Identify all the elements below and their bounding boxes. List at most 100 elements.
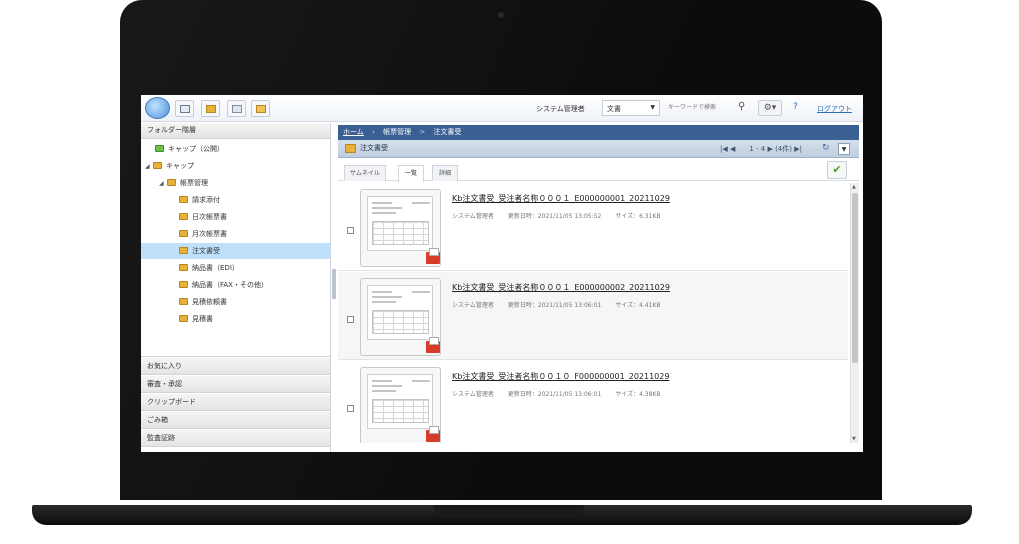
folder-icon [153,162,162,169]
folder-tree-item[interactable]: 日次帳票書 [179,209,227,225]
folder-tree-item[interactable]: 注文書受 [141,243,330,259]
document-row[interactable]: Kb注文書受_受注者名称００１０_F000000001_20211029 システム… [338,361,848,443]
scroll-up-icon[interactable]: ▲ [852,184,856,190]
expand-toggle-icon[interactable]: ◢ [145,159,153,175]
folder-tree-item[interactable]: キャップ（公開） [155,141,224,157]
preview-line [372,296,402,298]
document-title-link[interactable]: Kb注文書受_受注者名称００１０_F000000001_20211029 [452,371,669,382]
breadcrumb: ホーム › 帳票管理 > 注文書受 [338,125,859,140]
app-screen: システム管理者 文書 ▼ ⚲ ⚙▾ ? ログアウト フォルダー階層 キャップ（公… [141,95,863,452]
folder-tree-item[interactable]: ◢ 帳票管理 [159,175,208,191]
scrollbar-thumb[interactable] [852,193,858,363]
preview-line [372,301,396,303]
folder-icon [155,145,164,152]
preview-line [412,202,430,204]
laptop-frame: システム管理者 文書 ▼ ⚲ ⚙▾ ? ログアウト フォルダー階層 キャップ（公… [0,0,1019,544]
folder-title-bar: 注文書受 |◀ ◀ 1 - 4 ▶ (4件) ▶| ↻ ▼ [338,140,859,158]
preview-table [372,310,429,334]
breadcrumb-current: 注文書受 [433,128,462,136]
folder-label: 帳票管理 [180,179,208,187]
document-row[interactable]: Kb注文書受_受注者名称０００１_E000000002_20211029 システム… [338,272,848,360]
window-icon[interactable] [175,100,194,117]
document-meta: システム管理者 更新日時：2021/11/05 13:06:01 サイズ：4.41K… [452,300,675,309]
document-meta: システム管理者 更新日時：2021/11/05 13:05:52 サイズ：6.31K… [452,211,675,220]
top-toolbar: システム管理者 文書 ▼ ⚲ ⚙▾ ? ログアウト [141,95,863,122]
preview-table [372,221,429,245]
document-size: サイズ：4.38KB [615,391,661,398]
document-thumbnail[interactable] [360,278,441,356]
menu-dropdown-button[interactable]: ▼ [838,143,850,155]
folder-tree-item[interactable]: 見積依頼書 [179,294,227,310]
folder-label: 見積依頼書 [192,298,227,306]
tab-detail[interactable]: 詳細 [432,165,458,181]
document-owner: システム管理者 [452,391,494,398]
folder-tree: キャップ（公開） ◢ キャップ ◢ 帳票管理請求添付 日次帳票書月次帳票書注文書受納品書（… [141,139,330,357]
expand-toggle-icon[interactable]: ◢ [159,176,167,192]
breadcrumb-forms[interactable]: 帳票管理 [383,128,411,136]
preview-line [412,291,430,293]
folder-tree-item[interactable]: 見積書 [179,311,213,327]
app-logo[interactable] [145,97,170,119]
current-user: システム管理者 [536,105,585,113]
preview-line [372,212,396,214]
search-scope-select[interactable]: 文書 ▼ [602,100,660,116]
refresh-icon[interactable]: ↻ [822,143,830,153]
pdf-icon [426,426,440,442]
document-title-link[interactable]: Kb注文書受_受注者名称０００１_E000000002_20211029 [452,282,670,293]
list-scrollbar[interactable]: ▲ ▼ [850,183,859,443]
document-updated: 更新日時：2021/11/05 13:05:52 [507,213,602,220]
category-header[interactable]: お気に入り [141,358,330,375]
preview-line [372,385,402,387]
document-title-link[interactable]: Kb注文書受_受注者名称０００１_E000000001_20211029 [452,193,670,204]
search-folder-icon[interactable] [251,100,270,117]
category-header[interactable]: 監査証跡 [141,430,330,447]
category-header[interactable]: 審査・承認 [141,376,330,393]
folder-label: キャップ（公開） [168,145,224,153]
pagination[interactable]: |◀ ◀ 1 - 4 ▶ (4件) ▶| [720,144,802,154]
logout-link[interactable]: ログアウト [817,104,852,114]
panel-splitter[interactable] [332,269,336,299]
document-row[interactable]: Kb注文書受_受注者名称０００１_E000000001_20211029 システム… [338,183,848,271]
folder-label: 納品書（EDI） [192,264,239,272]
folder-panel: フォルダー階層 キャップ（公開） ◢ キャップ ◢ 帳票管理請求添付 日次帳票書月次帳票書… [141,123,331,452]
document-thumbnail[interactable] [360,189,441,267]
document-size: サイズ：6.31KB [615,213,661,220]
folder-icon [345,144,356,153]
view-tabs: サムネイル 一覧 詳細 ✔ [338,159,859,182]
folder-label: 注文書受 [192,247,220,255]
search-icon[interactable]: ⚲ [738,101,745,112]
document-preview [367,374,433,429]
tab-list[interactable]: 一覧 [398,165,424,182]
tab-thumbnail[interactable]: サムネイル [344,165,386,181]
checkmark-button[interactable]: ✔ [827,161,847,179]
row-checkbox[interactable] [347,405,354,412]
folder-label: 月次帳票書 [192,230,227,238]
document-meta: システム管理者 更新日時：2021/11/05 13:06:01 サイズ：4.38K… [452,389,675,398]
category-header[interactable]: クリップボード [141,394,330,411]
folder-icon [179,281,188,288]
search-scope-value: 文書 [607,105,621,113]
settings-gear-button[interactable]: ⚙▾ [758,100,782,116]
breadcrumb-home[interactable]: ホーム [343,128,364,136]
document-thumbnail[interactable] [360,367,441,443]
folder-tree-item[interactable]: 月次帳票書 [179,226,227,242]
folder-tree-item[interactable]: 納品書（FAX・その他） [179,277,268,293]
folder-icon [179,196,188,203]
search-document-icon[interactable] [227,100,246,117]
document-list: Kb注文書受_受注者名称０００１_E000000001_20211029 システム… [338,183,848,443]
folder-tree-item[interactable]: ◢ キャップ [145,158,194,174]
folder-tree-item[interactable]: 請求添付 [179,192,220,208]
preview-line [372,390,396,392]
folder-icon [179,315,188,322]
folder-hierarchy-header[interactable]: フォルダー階層 [141,123,330,139]
preview-line [372,202,392,204]
row-checkbox[interactable] [347,316,354,323]
keyword-search-input[interactable] [665,100,735,116]
category-header[interactable]: ごみ箱 [141,412,330,429]
folder-label: キャップ [166,162,194,170]
scroll-down-icon[interactable]: ▼ [852,436,856,442]
row-checkbox[interactable] [347,227,354,234]
edit-folder-icon[interactable] [201,100,220,117]
folder-tree-item[interactable]: 納品書（EDI） [179,260,239,276]
help-link[interactable]: ? [793,102,798,112]
